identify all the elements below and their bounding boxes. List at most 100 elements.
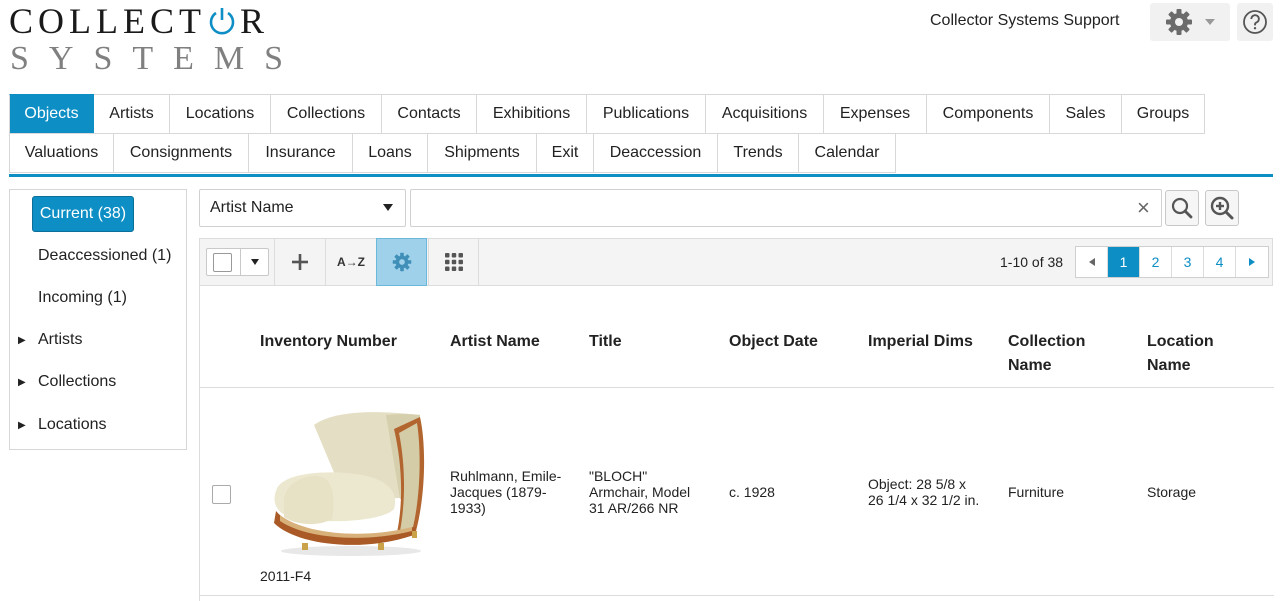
- chevron-down-icon[interactable]: [251, 259, 259, 265]
- column-header-title[interactable]: Title: [589, 330, 622, 354]
- tree-node-artists[interactable]: ▶ Artists: [18, 331, 82, 349]
- page-4-button[interactable]: 4: [1204, 247, 1236, 277]
- filter-current-button[interactable]: Current (38): [32, 196, 134, 232]
- cell-line: 26 1/4 x 32 1/2 in.: [868, 492, 980, 508]
- search-icon: [1171, 197, 1193, 219]
- zoom-in-icon: [1210, 196, 1234, 220]
- cell-line: Armchair, Model: [589, 484, 691, 500]
- cell-collection-name: Furniture: [1008, 484, 1065, 500]
- row-checkbox[interactable]: [212, 485, 231, 504]
- cell-title[interactable]: "BLOCH" Armchair, Model 31 AR/266 NR: [589, 468, 690, 516]
- tab-consignments[interactable]: Consignments: [114, 133, 249, 173]
- tab-loans[interactable]: Loans: [353, 133, 428, 173]
- tab-trends[interactable]: Trends: [718, 133, 799, 173]
- list-toolbar: A→Z 1-10 of 38 1 2 3 4: [199, 238, 1273, 286]
- tab-row-2: Valuations Consignments Insurance Loans …: [9, 133, 1273, 173]
- header-line: Location: [1147, 333, 1214, 350]
- power-icon: [207, 6, 237, 36]
- tab-artists[interactable]: Artists: [94, 94, 170, 134]
- cell-object-date: c. 1928: [729, 484, 775, 500]
- page-3-button[interactable]: 3: [1172, 247, 1204, 277]
- search-field-select[interactable]: Artist Name: [199, 189, 406, 227]
- list-settings-button[interactable]: [376, 238, 427, 286]
- add-object-button[interactable]: [274, 239, 325, 285]
- sort-button[interactable]: A→Z: [325, 239, 376, 285]
- cell-line: Ruhlmann, Emile-: [450, 468, 562, 484]
- result-count: 1-10 of 38: [1000, 254, 1064, 270]
- tab-publications[interactable]: Publications: [587, 94, 706, 134]
- cell-imperial-dims: Object: 28 5/8 x 26 1/4 x 32 1/2 in.: [868, 476, 979, 508]
- tab-valuations[interactable]: Valuations: [9, 133, 114, 173]
- tab-insurance[interactable]: Insurance: [249, 133, 353, 173]
- tab-row-1: Objects Artists Locations Collections Co…: [9, 94, 1273, 134]
- caret-right-icon[interactable]: ▶: [18, 420, 38, 431]
- filter-deaccessioned[interactable]: Deaccessioned (1): [38, 247, 171, 265]
- clear-search-icon[interactable]: ×: [1137, 197, 1150, 219]
- support-link[interactable]: Collector Systems Support: [930, 12, 1119, 30]
- tab-acquisitions[interactable]: Acquisitions: [706, 94, 824, 134]
- tree-node-locations[interactable]: ▶ Locations: [18, 416, 107, 434]
- gear-icon: [1166, 9, 1192, 35]
- tab-shipments[interactable]: Shipments: [428, 133, 537, 173]
- tab-groups[interactable]: Groups: [1122, 94, 1205, 134]
- logo-text-collect: COLLECT: [9, 1, 206, 41]
- select-all-dropdown[interactable]: [206, 248, 269, 276]
- tab-underline: [9, 174, 1273, 177]
- column-header-imperial-dims[interactable]: Imperial Dims: [868, 330, 973, 354]
- tree-node-label: Locations: [38, 416, 107, 433]
- column-header-collection-name[interactable]: Collection Name: [1008, 330, 1085, 378]
- logo-text-r: R: [239, 1, 269, 41]
- search-input[interactable]: [410, 189, 1162, 227]
- tab-locations[interactable]: Locations: [170, 94, 271, 134]
- caret-right-icon[interactable]: ▶: [18, 377, 38, 388]
- next-page-button[interactable]: [1236, 247, 1268, 277]
- page-2-button[interactable]: 2: [1140, 247, 1172, 277]
- caret-right-icon[interactable]: ▶: [18, 335, 38, 346]
- cell-artist-name[interactable]: Ruhlmann, Emile- Jacques (1879- 1933): [450, 468, 561, 516]
- chevron-down-icon: [1205, 19, 1215, 25]
- tree-node-collections[interactable]: ▶ Collections: [18, 373, 116, 391]
- prev-page-button[interactable]: [1076, 247, 1108, 277]
- tab-deaccession[interactable]: Deaccession: [594, 133, 718, 173]
- header-divider: [200, 387, 1274, 388]
- gear-icon: [392, 252, 411, 272]
- grid-view-button[interactable]: [428, 239, 479, 285]
- tab-sales[interactable]: Sales: [1050, 94, 1122, 134]
- cell-inventory-number: 2011-F4: [260, 568, 312, 584]
- row-divider: [200, 595, 1274, 596]
- cell-location-name: Storage: [1147, 484, 1197, 500]
- tab-calendar[interactable]: Calendar: [799, 133, 896, 173]
- search-button[interactable]: [1165, 190, 1199, 226]
- cell-line: Jacques (1879-: [450, 484, 547, 500]
- tree-node-label: Artists: [38, 331, 83, 348]
- tab-exhibitions[interactable]: Exhibitions: [477, 94, 587, 134]
- tab-contacts[interactable]: Contacts: [382, 94, 477, 134]
- column-header-artist-name[interactable]: Artist Name: [450, 330, 540, 354]
- header-line: Name: [1008, 357, 1052, 374]
- column-header-location-name[interactable]: Location Name: [1147, 330, 1214, 378]
- tab-collections[interactable]: Collections: [271, 94, 382, 134]
- settings-menu-button[interactable]: [1150, 3, 1230, 41]
- pagination: 1 2 3 4: [1075, 246, 1269, 278]
- tab-expenses[interactable]: Expenses: [824, 94, 927, 134]
- tree-node-label: Collections: [38, 373, 117, 390]
- help-button[interactable]: [1237, 3, 1273, 41]
- tab-objects[interactable]: Objects: [9, 94, 94, 134]
- page-1-button[interactable]: 1: [1108, 247, 1140, 277]
- column-header-inventory-number[interactable]: Inventory Number: [260, 330, 397, 354]
- cell-line: 1933): [450, 500, 486, 516]
- column-header-object-date[interactable]: Object Date: [729, 330, 818, 354]
- objects-table: Inventory Number Artist Name Title Objec…: [199, 286, 1274, 601]
- cell-line: "BLOCH": [589, 468, 648, 484]
- object-thumbnail-armchair[interactable]: [266, 403, 426, 563]
- header-line: Name: [1147, 357, 1191, 374]
- filter-incoming[interactable]: Incoming (1): [38, 289, 127, 307]
- plus-icon: [292, 254, 308, 270]
- tab-components[interactable]: Components: [927, 94, 1050, 134]
- search-field-value: Artist Name: [210, 199, 294, 216]
- collector-systems-logo[interactable]: COLLECT R SYSTEMS: [9, 2, 303, 77]
- select-all-checkbox[interactable]: [213, 253, 232, 272]
- advanced-search-button[interactable]: [1205, 190, 1239, 226]
- tab-exit[interactable]: Exit: [537, 133, 594, 173]
- header-line: Collection: [1008, 333, 1086, 350]
